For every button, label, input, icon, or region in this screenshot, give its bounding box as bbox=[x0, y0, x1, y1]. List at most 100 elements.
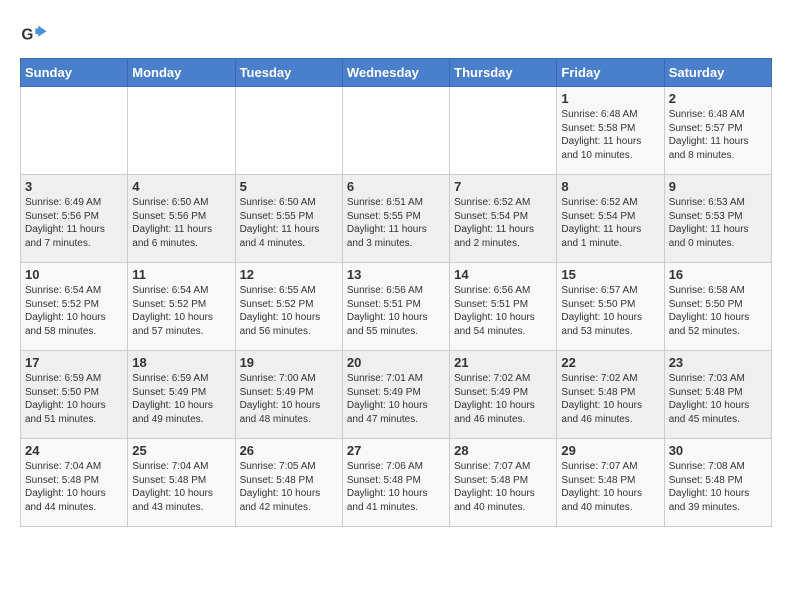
calendar-cell: 20 Sunrise: 7:01 AM Sunset: 5:49 PM Dayli… bbox=[342, 351, 449, 439]
day-number: 25 bbox=[132, 443, 230, 458]
calendar-cell: 6Sunrise: 6:51 AM Sunset: 5:55 PM Daylig… bbox=[342, 175, 449, 263]
day-number: 29 bbox=[561, 443, 659, 458]
day-info: Sunrise: 6:52 AM Sunset: 5:54 PM Dayligh… bbox=[454, 196, 552, 250]
calendar-cell: 19 Sunrise: 7:00 AM Sunset: 5:49 PM Dayli… bbox=[235, 351, 342, 439]
day-number: 7 bbox=[454, 179, 552, 194]
day-number: 30 bbox=[669, 443, 767, 458]
day-info: Sunrise: 7:04 AM Sunset: 5:48 PM Dayligh… bbox=[132, 460, 230, 514]
calendar-cell: 28Sunrise: 7:07 AM Sunset: 5:48 PM Dayli… bbox=[450, 439, 557, 527]
calendar-cell: 26 Sunrise: 7:05 AM Sunset: 5:48 PM Dayli… bbox=[235, 439, 342, 527]
calendar-cell: 9 Sunrise: 6:53 AM Sunset: 5:53 PM Daylig… bbox=[664, 175, 771, 263]
day-number: 21 bbox=[454, 355, 552, 370]
day-info: Sunrise: 6:56 AM Sunset: 5:51 PM Dayligh… bbox=[454, 284, 552, 338]
svg-text:G: G bbox=[21, 27, 33, 44]
calendar-cell: 7 Sunrise: 6:52 AM Sunset: 5:54 PM Daylig… bbox=[450, 175, 557, 263]
day-number: 20 bbox=[347, 355, 445, 370]
day-info: Sunrise: 6:51 AM Sunset: 5:55 PM Dayligh… bbox=[347, 196, 445, 250]
weekday-header-friday: Friday bbox=[557, 59, 664, 87]
day-info: Sunrise: 6:48 AM Sunset: 5:57 PM Dayligh… bbox=[669, 108, 767, 162]
calendar-cell: 16 Sunrise: 6:58 AM Sunset: 5:50 PM Dayli… bbox=[664, 263, 771, 351]
calendar-cell bbox=[450, 87, 557, 175]
day-info: Sunrise: 7:03 AM Sunset: 5:48 PM Dayligh… bbox=[669, 372, 767, 426]
day-number: 22 bbox=[561, 355, 659, 370]
week-row-1: 1 Sunrise: 6:48 AM Sunset: 5:58 PM Daylig… bbox=[21, 87, 772, 175]
calendar-cell: 22 Sunrise: 7:02 AM Sunset: 5:48 PM Dayli… bbox=[557, 351, 664, 439]
day-info: Sunrise: 6:48 AM Sunset: 5:58 PM Dayligh… bbox=[561, 108, 659, 162]
day-info: Sunrise: 6:53 AM Sunset: 5:53 PM Dayligh… bbox=[669, 196, 767, 250]
day-number: 19 bbox=[240, 355, 338, 370]
calendar-cell: 18 Sunrise: 6:59 AM Sunset: 5:49 PM Dayli… bbox=[128, 351, 235, 439]
day-number: 26 bbox=[240, 443, 338, 458]
day-info: Sunrise: 6:49 AM Sunset: 5:56 PM Dayligh… bbox=[25, 196, 123, 250]
day-info: Sunrise: 7:06 AM Sunset: 5:48 PM Dayligh… bbox=[347, 460, 445, 514]
calendar-cell: 30 Sunrise: 7:08 AM Sunset: 5:48 PM Dayli… bbox=[664, 439, 771, 527]
weekday-header-wednesday: Wednesday bbox=[342, 59, 449, 87]
day-number: 3 bbox=[25, 179, 123, 194]
day-info: Sunrise: 6:52 AM Sunset: 5:54 PM Dayligh… bbox=[561, 196, 659, 250]
calendar-cell: 13 Sunrise: 6:56 AM Sunset: 5:51 PM Dayli… bbox=[342, 263, 449, 351]
day-info: Sunrise: 7:00 AM Sunset: 5:49 PM Dayligh… bbox=[240, 372, 338, 426]
day-info: Sunrise: 7:02 AM Sunset: 5:48 PM Dayligh… bbox=[561, 372, 659, 426]
day-info: Sunrise: 6:57 AM Sunset: 5:50 PM Dayligh… bbox=[561, 284, 659, 338]
calendar-cell: 25 Sunrise: 7:04 AM Sunset: 5:48 PM Dayli… bbox=[128, 439, 235, 527]
day-number: 10 bbox=[25, 267, 123, 282]
day-number: 11 bbox=[132, 267, 230, 282]
day-number: 8 bbox=[561, 179, 659, 194]
day-info: Sunrise: 6:54 AM Sunset: 5:52 PM Dayligh… bbox=[25, 284, 123, 338]
day-number: 9 bbox=[669, 179, 767, 194]
logo-icon: G bbox=[20, 20, 48, 48]
day-info: Sunrise: 6:55 AM Sunset: 5:52 PM Dayligh… bbox=[240, 284, 338, 338]
day-info: Sunrise: 7:01 AM Sunset: 5:49 PM Dayligh… bbox=[347, 372, 445, 426]
calendar-cell bbox=[128, 87, 235, 175]
weekday-header-sunday: Sunday bbox=[21, 59, 128, 87]
day-info: Sunrise: 6:59 AM Sunset: 5:49 PM Dayligh… bbox=[132, 372, 230, 426]
day-info: Sunrise: 7:08 AM Sunset: 5:48 PM Dayligh… bbox=[669, 460, 767, 514]
calendar-cell bbox=[342, 87, 449, 175]
calendar-cell bbox=[235, 87, 342, 175]
calendar-cell: 15 Sunrise: 6:57 AM Sunset: 5:50 PM Dayli… bbox=[557, 263, 664, 351]
day-number: 24 bbox=[25, 443, 123, 458]
weekday-header-thursday: Thursday bbox=[450, 59, 557, 87]
week-row-2: 3 Sunrise: 6:49 AM Sunset: 5:56 PM Daylig… bbox=[21, 175, 772, 263]
header: G bbox=[20, 20, 772, 48]
day-info: Sunrise: 6:54 AM Sunset: 5:52 PM Dayligh… bbox=[132, 284, 230, 338]
day-number: 1 bbox=[561, 91, 659, 106]
day-number: 16 bbox=[669, 267, 767, 282]
calendar-cell: 14 Sunrise: 6:56 AM Sunset: 5:51 PM Dayli… bbox=[450, 263, 557, 351]
day-number: 28 bbox=[454, 443, 552, 458]
day-number: 2 bbox=[669, 91, 767, 106]
day-number: 27 bbox=[347, 443, 445, 458]
day-info: Sunrise: 6:58 AM Sunset: 5:50 PM Dayligh… bbox=[669, 284, 767, 338]
calendar-cell: 2 Sunrise: 6:48 AM Sunset: 5:57 PM Daylig… bbox=[664, 87, 771, 175]
calendar-cell: 29 Sunrise: 7:07 AM Sunset: 5:48 PM Dayli… bbox=[557, 439, 664, 527]
day-info: Sunrise: 6:50 AM Sunset: 5:56 PM Dayligh… bbox=[132, 196, 230, 250]
day-number: 15 bbox=[561, 267, 659, 282]
weekday-header-saturday: Saturday bbox=[664, 59, 771, 87]
day-info: Sunrise: 6:50 AM Sunset: 5:55 PM Dayligh… bbox=[240, 196, 338, 250]
day-number: 17 bbox=[25, 355, 123, 370]
calendar-cell: 27 Sunrise: 7:06 AM Sunset: 5:48 PM Dayli… bbox=[342, 439, 449, 527]
calendar-cell: 5Sunrise: 6:50 AM Sunset: 5:55 PM Daylig… bbox=[235, 175, 342, 263]
calendar-cell: 12Sunrise: 6:55 AM Sunset: 5:52 PM Dayli… bbox=[235, 263, 342, 351]
calendar-cell: 4 Sunrise: 6:50 AM Sunset: 5:56 PM Daylig… bbox=[128, 175, 235, 263]
calendar-table: SundayMondayTuesdayWednesdayThursdayFrid… bbox=[20, 58, 772, 527]
calendar-cell: 1 Sunrise: 6:48 AM Sunset: 5:58 PM Daylig… bbox=[557, 87, 664, 175]
week-row-4: 17 Sunrise: 6:59 AM Sunset: 5:50 PM Dayli… bbox=[21, 351, 772, 439]
calendar-cell: 3 Sunrise: 6:49 AM Sunset: 5:56 PM Daylig… bbox=[21, 175, 128, 263]
weekday-header-row: SundayMondayTuesdayWednesdayThursdayFrid… bbox=[21, 59, 772, 87]
calendar-cell: 23 Sunrise: 7:03 AM Sunset: 5:48 PM Dayli… bbox=[664, 351, 771, 439]
day-info: Sunrise: 7:05 AM Sunset: 5:48 PM Dayligh… bbox=[240, 460, 338, 514]
day-number: 13 bbox=[347, 267, 445, 282]
day-info: Sunrise: 6:56 AM Sunset: 5:51 PM Dayligh… bbox=[347, 284, 445, 338]
day-number: 4 bbox=[132, 179, 230, 194]
calendar-cell: 8 Sunrise: 6:52 AM Sunset: 5:54 PM Daylig… bbox=[557, 175, 664, 263]
day-number: 23 bbox=[669, 355, 767, 370]
day-info: Sunrise: 6:59 AM Sunset: 5:50 PM Dayligh… bbox=[25, 372, 123, 426]
day-info: Sunrise: 7:07 AM Sunset: 5:48 PM Dayligh… bbox=[561, 460, 659, 514]
calendar-cell: 11 Sunrise: 6:54 AM Sunset: 5:52 PM Dayli… bbox=[128, 263, 235, 351]
weekday-header-tuesday: Tuesday bbox=[235, 59, 342, 87]
week-row-3: 10 Sunrise: 6:54 AM Sunset: 5:52 PM Dayli… bbox=[21, 263, 772, 351]
weekday-header-monday: Monday bbox=[128, 59, 235, 87]
day-number: 14 bbox=[454, 267, 552, 282]
day-number: 18 bbox=[132, 355, 230, 370]
